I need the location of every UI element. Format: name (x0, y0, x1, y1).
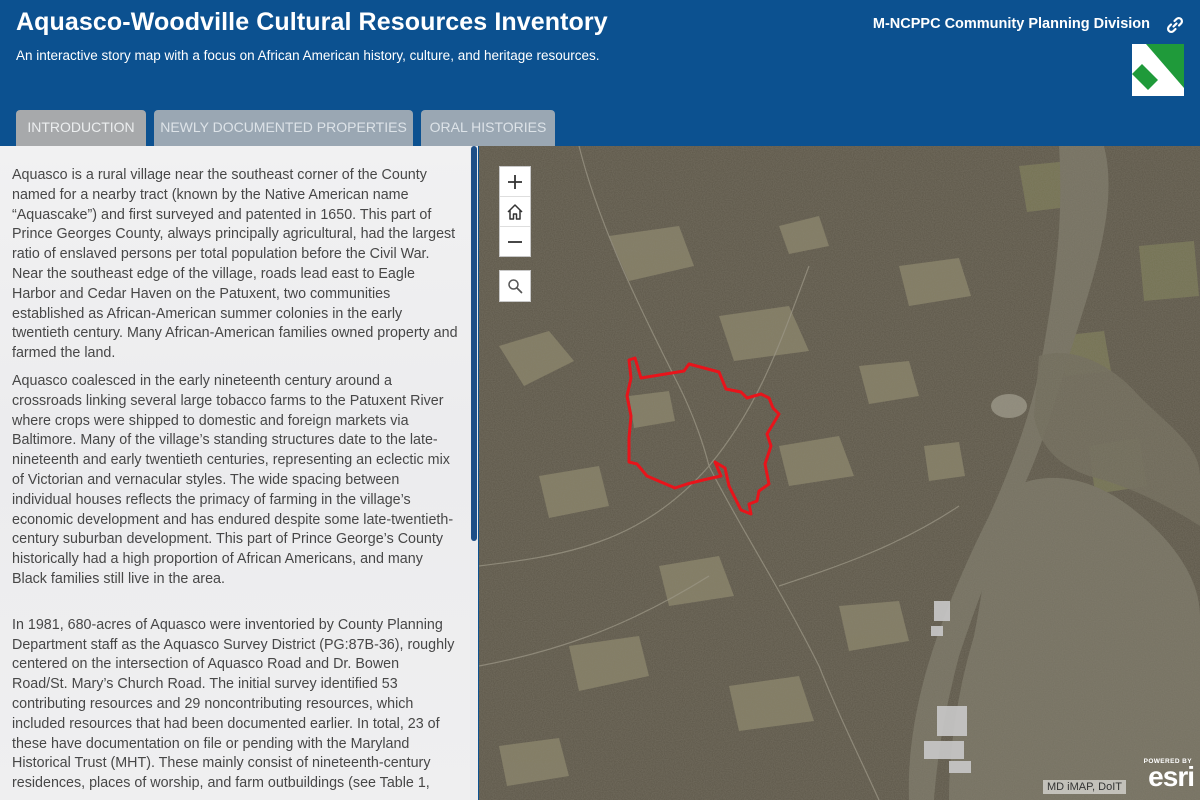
search-icon (508, 279, 523, 294)
mncppc-logo-icon (1132, 44, 1184, 96)
zoom-out-button[interactable] (500, 227, 530, 256)
search-button[interactable] (499, 270, 531, 302)
map-controls (499, 166, 531, 257)
map-attribution[interactable]: MD iMAP, DoIT (1043, 780, 1126, 794)
link-icon[interactable] (1164, 14, 1186, 36)
scrollbar-thumb[interactable] (471, 146, 477, 541)
narrative-paragraph: Aquasco coalesced in the early nineteent… (12, 372, 454, 587)
esri-wordmark: esri (1148, 761, 1195, 792)
page-title: Aquasco-Woodville Cultural Resources Inv… (16, 8, 608, 36)
tab-oral-histories[interactable]: ORAL HISTORIES (421, 110, 555, 146)
narrative-paragraph: Aquasco is a rural village near the sout… (12, 167, 458, 362)
narrative-text: Aquasco is a rural village near the sout… (12, 166, 458, 800)
narrative-panel: Aquasco is a rural village near the sout… (0, 146, 478, 800)
narrative-paragraph: In 1981, 680-acres of Aquasco were inven… (12, 616, 455, 792)
map-view[interactable]: MD iMAP, DoIT POWERED BY esri (479, 146, 1200, 800)
home-icon (507, 203, 523, 220)
zoom-in-button[interactable] (500, 167, 530, 197)
minus-icon (508, 240, 522, 243)
tab-introduction[interactable]: INTRODUCTION (16, 110, 146, 146)
plus-icon (508, 174, 522, 189)
narrative-scrollbar[interactable] (470, 146, 478, 800)
esri-logo[interactable]: POWERED BY esri (1134, 758, 1195, 794)
tab-newly-documented-properties[interactable]: NEWLY DOCUMENTED PROPERTIES (154, 110, 413, 146)
page-subtitle: An interactive story map with a focus on… (16, 48, 600, 63)
satellite-basemap (479, 146, 1200, 800)
organization-name: M-NCPPC Community Planning Division (872, 16, 1150, 32)
home-button[interactable] (500, 197, 530, 227)
